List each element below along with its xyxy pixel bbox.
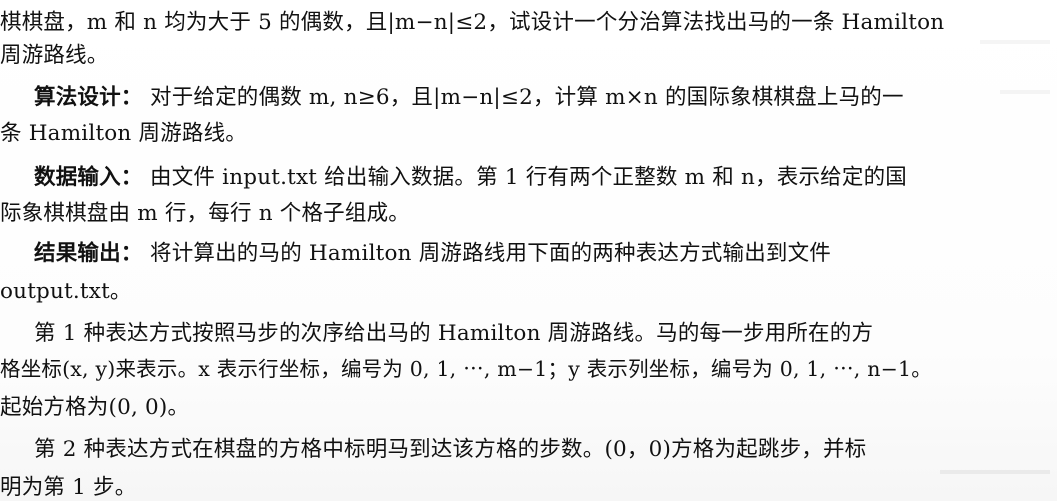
text-line-5: 由文件 input.txt 给出输入数据。第 1 行有两个正整数 m 和 n，表…	[150, 165, 907, 190]
document-page: 棋棋盘，m 和 n 均为大于 5 的偶数，且|m−n|≤2，试设计一个分治算法找…	[0, 0, 1057, 501]
text-line-2: 周游路线。	[0, 43, 109, 68]
text-line-8: output.txt。	[0, 279, 132, 304]
text-line-6: 际象棋棋盘由 m 行，每行 n 个格子组成。	[0, 201, 410, 226]
text-line-13: 明为第 1 步。	[0, 475, 137, 500]
text-line-11: 起始方格为(0, 0)。	[0, 395, 190, 420]
heading-algorithm-design: 算法设计：	[34, 85, 143, 110]
text-line-3: 对于给定的偶数 m, n≥6，且|m−n|≤2，计算 m×n 的国际象棋棋盘上马…	[150, 85, 904, 110]
heading-data-input: 数据输入：	[34, 165, 143, 190]
bleed-through-mark	[1000, 90, 1050, 94]
text-line-9: 第 1 种表达方式按照马步的次序给出马的 Hamilton 周游路线。马的每一步…	[34, 321, 874, 346]
bleed-through-mark	[980, 40, 1050, 44]
heading-result-output: 结果输出：	[34, 241, 143, 266]
text-line-4: 条 Hamilton 周游路线。	[0, 121, 248, 146]
text-line-12: 第 2 种表达方式在棋盘的方格中标明马到达该方格的步数。(0，0)方格为起跳步，…	[34, 437, 867, 462]
text-line-1: 棋棋盘，m 和 n 均为大于 5 的偶数，且|m−n|≤2，试设计一个分治算法找…	[0, 10, 945, 35]
text-line-10: 格坐标(x, y)来表示。x 表示行坐标，编号为 0, 1, ⋯, m−1；y …	[0, 357, 932, 381]
bleed-through-mark	[940, 470, 1050, 474]
text-line-7: 将计算出的马的 Hamilton 周游路线用下面的两种表达方式输出到文件	[150, 241, 832, 266]
